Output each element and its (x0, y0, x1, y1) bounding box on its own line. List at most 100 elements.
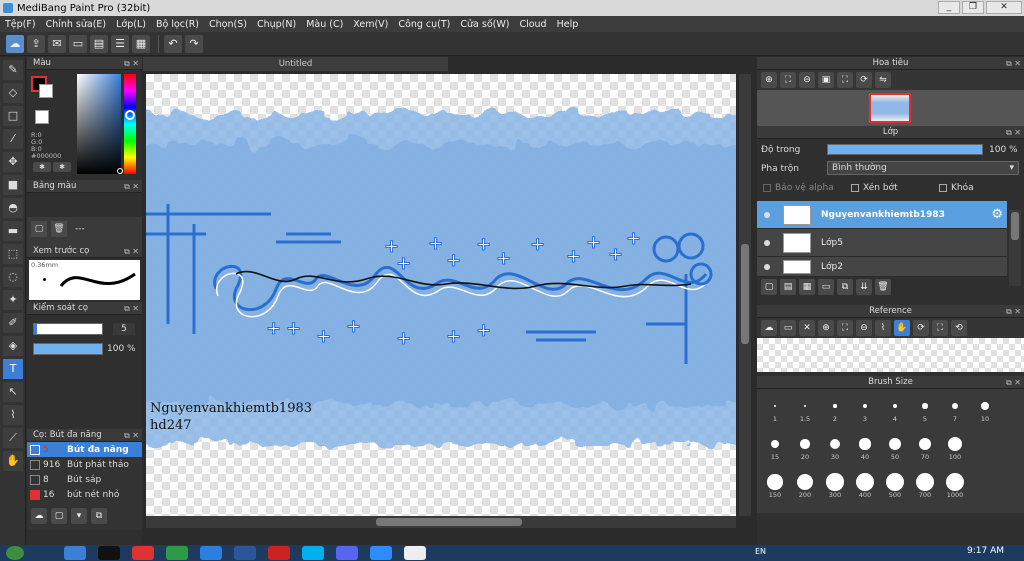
color-history-icon[interactable]: ✱ (53, 162, 71, 172)
brush-size-option[interactable]: 100 (941, 435, 969, 461)
delete-palette-icon[interactable]: 🗑 (51, 221, 67, 237)
flip-icon[interactable]: ⇋ (875, 72, 891, 88)
navigator-viewport[interactable] (869, 93, 911, 123)
redo-icon[interactable]: ↷ (185, 34, 203, 53)
lasso-tool-icon[interactable]: ◌ (3, 267, 23, 287)
copy-layer-icon[interactable]: ⧉ (837, 279, 853, 295)
hue-slider-handle[interactable] (125, 110, 135, 120)
layer-row[interactable]: Lớp2 (757, 257, 1007, 277)
gradient-tool-icon[interactable]: ▬ (3, 221, 23, 241)
layer-visibility-icon[interactable] (764, 211, 770, 218)
actual-size-icon[interactable]: ▣ (818, 72, 834, 88)
rotate-icon[interactable]: ⟳ (856, 72, 872, 88)
zoom-out-icon[interactable]: ⊖ (856, 320, 872, 336)
menu-cloud[interactable]: Cloud (514, 19, 551, 30)
eraser-tool-icon[interactable]: ◇ (3, 83, 23, 103)
hand-tool-icon[interactable]: ✋ (3, 451, 23, 471)
brush-settings-icon[interactable]: ▾ (71, 508, 87, 524)
operation-tool-icon[interactable]: ↖ (3, 382, 23, 402)
brush-size-slider[interactable] (33, 323, 103, 335)
dot-tool-icon[interactable]: □ (3, 106, 23, 126)
select-tool-icon[interactable]: ⬚ (3, 244, 23, 264)
new-palette-icon[interactable]: ▢ (31, 221, 47, 237)
grid-icon[interactable]: ▦ (132, 34, 150, 53)
minimize-button[interactable]: _ (938, 1, 960, 14)
new-brush-icon[interactable]: ▢ (51, 508, 67, 524)
zoom-in-icon[interactable]: ⊕ (818, 320, 834, 336)
zoom-out-icon[interactable]: ⊖ (799, 72, 815, 88)
brush-size-option[interactable]: 200 (791, 473, 819, 499)
canvas-vertical-scrollbar[interactable] (739, 74, 751, 516)
magic-wand-tool-icon[interactable]: ✦ (3, 290, 23, 310)
menu-color[interactable]: Màu (C) (301, 19, 348, 30)
new-8bit-layer-icon[interactable]: ▦ (799, 279, 815, 295)
brush-size-option[interactable]: 50 (881, 435, 909, 461)
start-button-icon[interactable] (6, 546, 24, 560)
brush-size-option[interactable]: 4 (881, 397, 909, 423)
fit-window-icon[interactable]: ⛶ (780, 72, 796, 88)
brush-size-option[interactable]: 40 (851, 435, 879, 461)
panel-menu-icon[interactable]: ⧉ ✕ (124, 180, 139, 193)
move-tool-icon[interactable]: ✥ (3, 152, 23, 172)
brush-size-option[interactable]: 500 (881, 473, 909, 499)
panel-menu-icon[interactable]: ⧉ ✕ (124, 429, 139, 442)
brush-size-option[interactable]: 70 (911, 435, 939, 461)
new-folder-icon[interactable]: ▭ (818, 279, 834, 295)
document-tab[interactable]: Untitled (143, 57, 448, 71)
zalo-icon[interactable] (200, 546, 222, 560)
delete-layer-icon[interactable]: 🗑 (875, 279, 891, 295)
fit-screen-icon[interactable]: ⛶ (932, 320, 948, 336)
menu-edit[interactable]: Chỉnh sửa(E) (41, 19, 112, 30)
hue-slider[interactable] (124, 74, 136, 174)
panel-menu-icon[interactable]: ⧉ ✕ (124, 302, 139, 315)
layer-visibility-icon[interactable] (764, 263, 770, 270)
comment-icon[interactable]: ✉ (48, 34, 66, 53)
transparent-color-swatch[interactable] (35, 110, 49, 124)
fit-window-icon[interactable]: ⛶ (837, 320, 853, 336)
reset-icon[interactable]: ⟲ (951, 320, 967, 336)
list-icon[interactable]: ☰ (111, 34, 129, 53)
saturation-value-picker[interactable] (77, 74, 121, 174)
brush-list-item[interactable]: 916 Bút phát thảo (27, 457, 142, 472)
divide-tool-icon[interactable]: ⟋ (3, 428, 23, 448)
cloud-icon[interactable]: ☁ (6, 34, 24, 53)
layer-visibility-icon[interactable] (764, 239, 770, 246)
layer-settings-gear-icon[interactable]: ⚙ (991, 207, 1003, 222)
brush-size-option[interactable]: 10 (971, 397, 999, 423)
panel-menu-icon[interactable]: ⧉ ✕ (1006, 126, 1021, 139)
menu-window[interactable]: Cửa số(W) (455, 19, 514, 30)
eyedropper-tool-icon[interactable]: ⌇ (3, 405, 23, 425)
brush-opacity-slider[interactable] (33, 343, 103, 355)
game-icon[interactable] (268, 546, 290, 560)
background-color-swatch[interactable] (39, 84, 53, 98)
menu-layer[interactable]: Lớp(L) (111, 19, 151, 30)
clipping-checkbox[interactable]: Xén bớt (851, 183, 898, 193)
layer-row[interactable]: Lớp5 (757, 229, 1007, 257)
fill-rect-tool-icon[interactable]: ■ (3, 175, 23, 195)
menu-snap[interactable]: Chụp(N) (252, 19, 301, 30)
brush-size-option[interactable]: 1 (761, 397, 789, 423)
brush-size-option[interactable]: 2 (821, 397, 849, 423)
add-brush-cloud-icon[interactable]: ☁ (31, 508, 47, 524)
undo-icon[interactable]: ↶ (164, 34, 182, 53)
fit-screen-icon[interactable]: ⛶ (837, 72, 853, 88)
vertical-scroll-thumb[interactable] (741, 244, 749, 344)
brush-size-option[interactable]: 300 (821, 473, 849, 499)
bucket-tool-icon[interactable]: ◓ (3, 198, 23, 218)
drawing-canvas[interactable]: + + + + + + + + + + + + + + + + + + Nguyenvankhiemtb198… (146, 74, 736, 516)
new-layer-icon[interactable]: ▢ (761, 279, 777, 295)
message-icon[interactable]: ▭ (69, 34, 87, 53)
zoom-icon[interactable] (370, 546, 392, 560)
brush-size-option[interactable]: 700 (911, 473, 939, 499)
text-tool-icon[interactable]: T (3, 359, 23, 379)
brush-size-option[interactable]: 1000 (941, 473, 969, 499)
panel-menu-icon[interactable]: ⧉ ✕ (1006, 57, 1021, 70)
brush-size-option[interactable]: 20 (791, 435, 819, 461)
brush-tool-icon[interactable]: ✎ (3, 60, 23, 80)
medibang-icon[interactable] (404, 546, 426, 560)
merge-layer-icon[interactable]: ⇊ (856, 279, 872, 295)
blend-mode-select[interactable]: Bình thường ▾ (827, 161, 1019, 175)
brush-size-value[interactable]: 5 (113, 323, 135, 335)
layer-opacity-slider[interactable] (827, 144, 983, 155)
skype-icon[interactable] (302, 546, 324, 560)
